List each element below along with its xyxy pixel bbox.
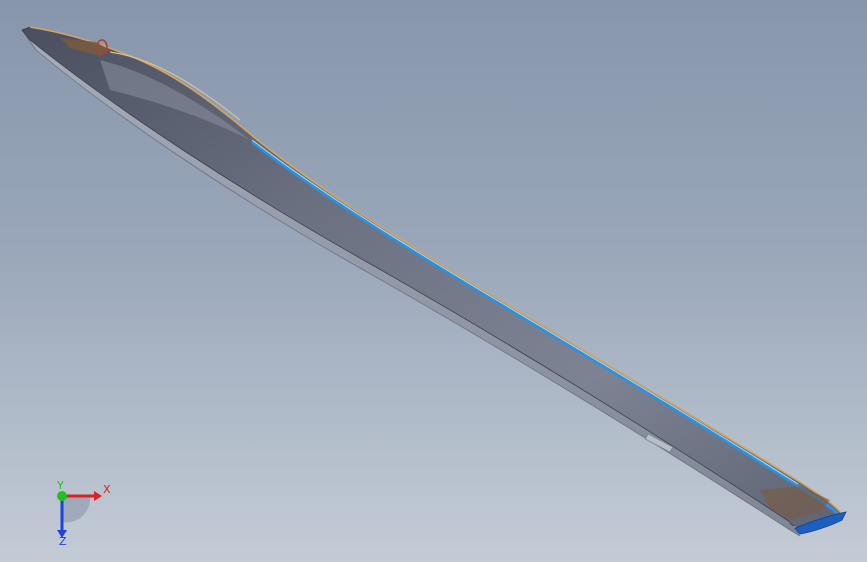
x-axis-label: X [103,483,111,496]
axis-triad: X Y Z [56,480,111,546]
ski-top-surface [21,26,843,527]
z-axis-label: Z [59,535,67,546]
y-axis-label: Y [56,480,64,492]
3d-viewport[interactable]: X Y Z [0,0,867,562]
x-axis-arrow [94,491,102,501]
triad-shadow [62,496,91,523]
y-axis-dot [57,491,67,501]
ski-model[interactable] [0,0,867,562]
